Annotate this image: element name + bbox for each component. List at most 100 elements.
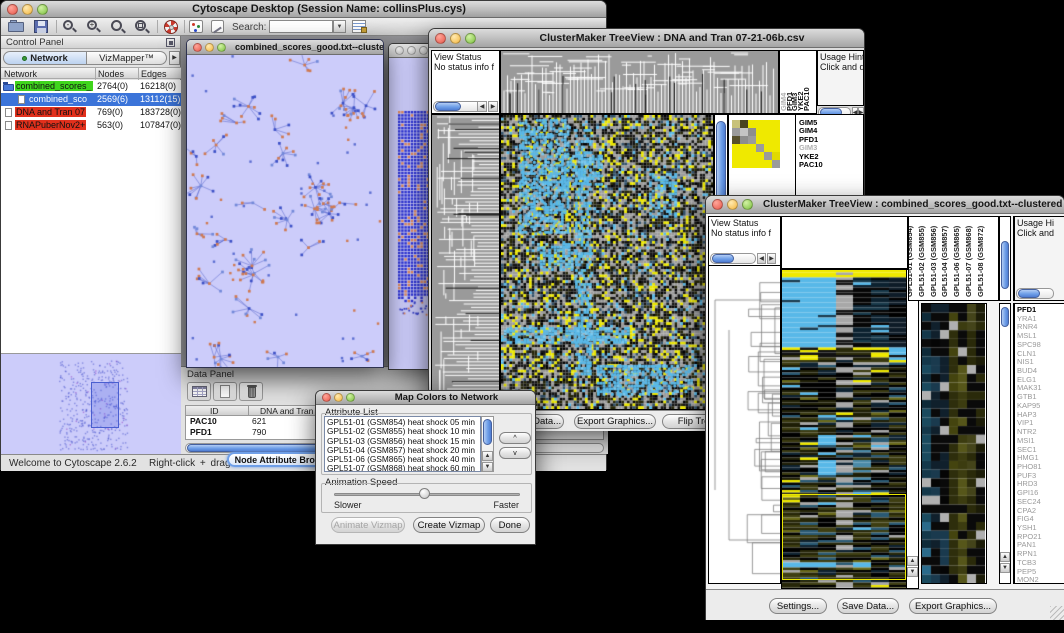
- tv2-right-vscrollbar[interactable]: ▲ ▼: [999, 303, 1011, 584]
- annotation-icon[interactable]: [211, 20, 224, 33]
- matrix-cell[interactable]: [756, 120, 764, 128]
- matrix-cell[interactable]: [772, 136, 780, 144]
- tv2-gene-item[interactable]: KAP95: [1017, 401, 1064, 410]
- matrix-cell[interactable]: [732, 120, 740, 128]
- matrix-cell[interactable]: [772, 120, 780, 128]
- help-lifesaver-icon[interactable]: [164, 20, 178, 34]
- matrix-cell[interactable]: [732, 152, 740, 160]
- scroll-right-icon[interactable]: ▶: [767, 253, 776, 264]
- scroll-down-icon[interactable]: ▼: [907, 567, 918, 577]
- tv2-gene-item[interactable]: SEC1: [1017, 445, 1064, 454]
- zoom-fit-icon[interactable]: [135, 20, 149, 34]
- new-attribute-icon[interactable]: [213, 382, 237, 401]
- tv2-gene-item[interactable]: PUF3: [1017, 471, 1064, 480]
- tv2-zoom-heatmap[interactable]: [921, 303, 987, 584]
- vizmapper-icon[interactable]: [189, 20, 203, 33]
- tv2-gene-item[interactable]: YRA1: [1017, 314, 1064, 323]
- tv1-gene-item[interactable]: GIM4: [799, 126, 863, 134]
- scroll-down-icon[interactable]: ▼: [482, 462, 493, 472]
- network1-canvas-area[interactable]: [187, 55, 383, 367]
- tv2-column-tree-pane[interactable]: [781, 216, 908, 269]
- matrix-cell[interactable]: [756, 128, 764, 136]
- matrix-cell[interactable]: [764, 128, 772, 136]
- tv2-gene-item[interactable]: MAK31: [1017, 383, 1064, 392]
- tv2-gene-item[interactable]: MSL1: [1017, 331, 1064, 340]
- delete-attribute-icon[interactable]: [239, 382, 263, 401]
- tv1-gene-item[interactable]: YKE2: [799, 152, 863, 160]
- matrix-cell[interactable]: [764, 120, 772, 128]
- import-table-icon[interactable]: [352, 20, 366, 33]
- tv1-column-dendrogram[interactable]: [500, 50, 779, 114]
- tv2-gene-item[interactable]: SPC98: [1017, 340, 1064, 349]
- scroll-up-icon[interactable]: ▲: [482, 451, 493, 461]
- zoom-window-icon[interactable]: [419, 46, 428, 55]
- scroll-right-icon[interactable]: ▶: [488, 101, 498, 112]
- window-controls[interactable]: [7, 4, 52, 15]
- minimize-icon[interactable]: [334, 393, 343, 402]
- attribute-list-vscrollbar[interactable]: ▲ ▼: [481, 416, 494, 472]
- matrix-cell[interactable]: [740, 136, 748, 144]
- close-icon[interactable]: [435, 33, 446, 44]
- open-network-icon[interactable]: [8, 20, 26, 32]
- tv2-gene-item[interactable]: VIP1: [1017, 418, 1064, 427]
- tv2-gene-item[interactable]: CLN1: [1017, 349, 1064, 358]
- attribute-item[interactable]: GPL51-07 (GSM868) heat shock 60 min: [325, 463, 480, 472]
- search-dropdown-icon[interactable]: ▼: [333, 20, 346, 33]
- matrix-cell[interactable]: [732, 128, 740, 136]
- tab-overflow-button[interactable]: ▶: [169, 51, 180, 65]
- col-header-nodes[interactable]: Nodes: [98, 69, 124, 79]
- move-up-button[interactable]: ^: [499, 432, 531, 444]
- tv2-usage-hscrollbar[interactable]: [1016, 288, 1054, 299]
- close-icon[interactable]: [322, 393, 331, 402]
- zoom-window-icon[interactable]: [742, 199, 753, 210]
- zoom-in-icon[interactable]: +: [87, 20, 101, 34]
- tv2-gene-item[interactable]: YSH1: [1017, 523, 1064, 532]
- tv2-gene-item[interactable]: RPO21: [1017, 532, 1064, 541]
- tv2-gene-item[interactable]: PFD1: [1017, 305, 1064, 314]
- matrix-cell[interactable]: [748, 152, 756, 160]
- tab-network[interactable]: Network: [3, 51, 87, 65]
- tv2-gene-item[interactable]: FIG4: [1017, 514, 1064, 523]
- matrix-cell[interactable]: [756, 152, 764, 160]
- matrix-cell[interactable]: [740, 144, 748, 152]
- zoom-selected-icon[interactable]: [111, 20, 125, 34]
- speed-slider-thumb[interactable]: [419, 488, 430, 499]
- matrix-cell[interactable]: [772, 160, 780, 168]
- scroll-down-icon[interactable]: ▼: [1000, 563, 1010, 573]
- attribute-item[interactable]: GPL51-06 (GSM865) heat shock 40 min: [325, 454, 480, 463]
- matrix-cell[interactable]: [756, 136, 764, 144]
- tv2-gene-item[interactable]: RPN1: [1017, 549, 1064, 558]
- matrix-cell[interactable]: [740, 160, 748, 168]
- zoom-window-icon[interactable]: [37, 4, 48, 15]
- tv1-gene-item[interactable]: PAC10: [799, 160, 863, 168]
- tv2-gene-item[interactable]: NIS1: [1017, 357, 1064, 366]
- scroll-up-icon[interactable]: ▲: [907, 556, 918, 566]
- minimize-icon[interactable]: [727, 199, 738, 210]
- tv2-usage-hscrollbar-thumb[interactable]: [1018, 289, 1040, 298]
- tv1-status-hscrollbar-thumb[interactable]: [435, 102, 461, 111]
- tv1-gene-item[interactable]: GIM5: [799, 118, 863, 126]
- tv2-gene-item[interactable]: RNR4: [1017, 322, 1064, 331]
- col-header-network[interactable]: Network: [4, 69, 37, 79]
- tv2-labels-vscrollbar-thumb[interactable]: [1001, 241, 1009, 289]
- matrix-cell[interactable]: [764, 136, 772, 144]
- float-panel-icon[interactable]: [166, 38, 175, 47]
- matrix-cell[interactable]: [756, 144, 764, 152]
- attribute-item[interactable]: GPL51-01 (GSM854) heat shock 05 min: [325, 417, 480, 426]
- tv2-heatmap-selection[interactable]: [782, 494, 906, 580]
- close-icon[interactable]: [7, 4, 18, 15]
- tv2-gene-item[interactable]: GPI16: [1017, 488, 1064, 497]
- attribute-item[interactable]: GPL51-02 (GSM855) heat shock 10 min: [325, 426, 480, 435]
- scroll-left-icon[interactable]: ◀: [757, 253, 766, 264]
- zoom-window-icon[interactable]: [217, 43, 226, 52]
- zoom-window-icon[interactable]: [346, 393, 355, 402]
- tv2-right-vscrollbar-thumb[interactable]: [1001, 307, 1009, 327]
- minimize-icon[interactable]: [407, 46, 416, 55]
- tv2-gene-item[interactable]: ELG1: [1017, 375, 1064, 384]
- tv2-gene-item[interactable]: HAP3: [1017, 410, 1064, 419]
- matrix-cell[interactable]: [748, 128, 756, 136]
- tv2-status-hscrollbar-thumb[interactable]: [712, 254, 734, 263]
- done-button[interactable]: Done: [490, 517, 530, 533]
- matrix-cell[interactable]: [772, 144, 780, 152]
- zoom-window-icon[interactable]: [465, 33, 476, 44]
